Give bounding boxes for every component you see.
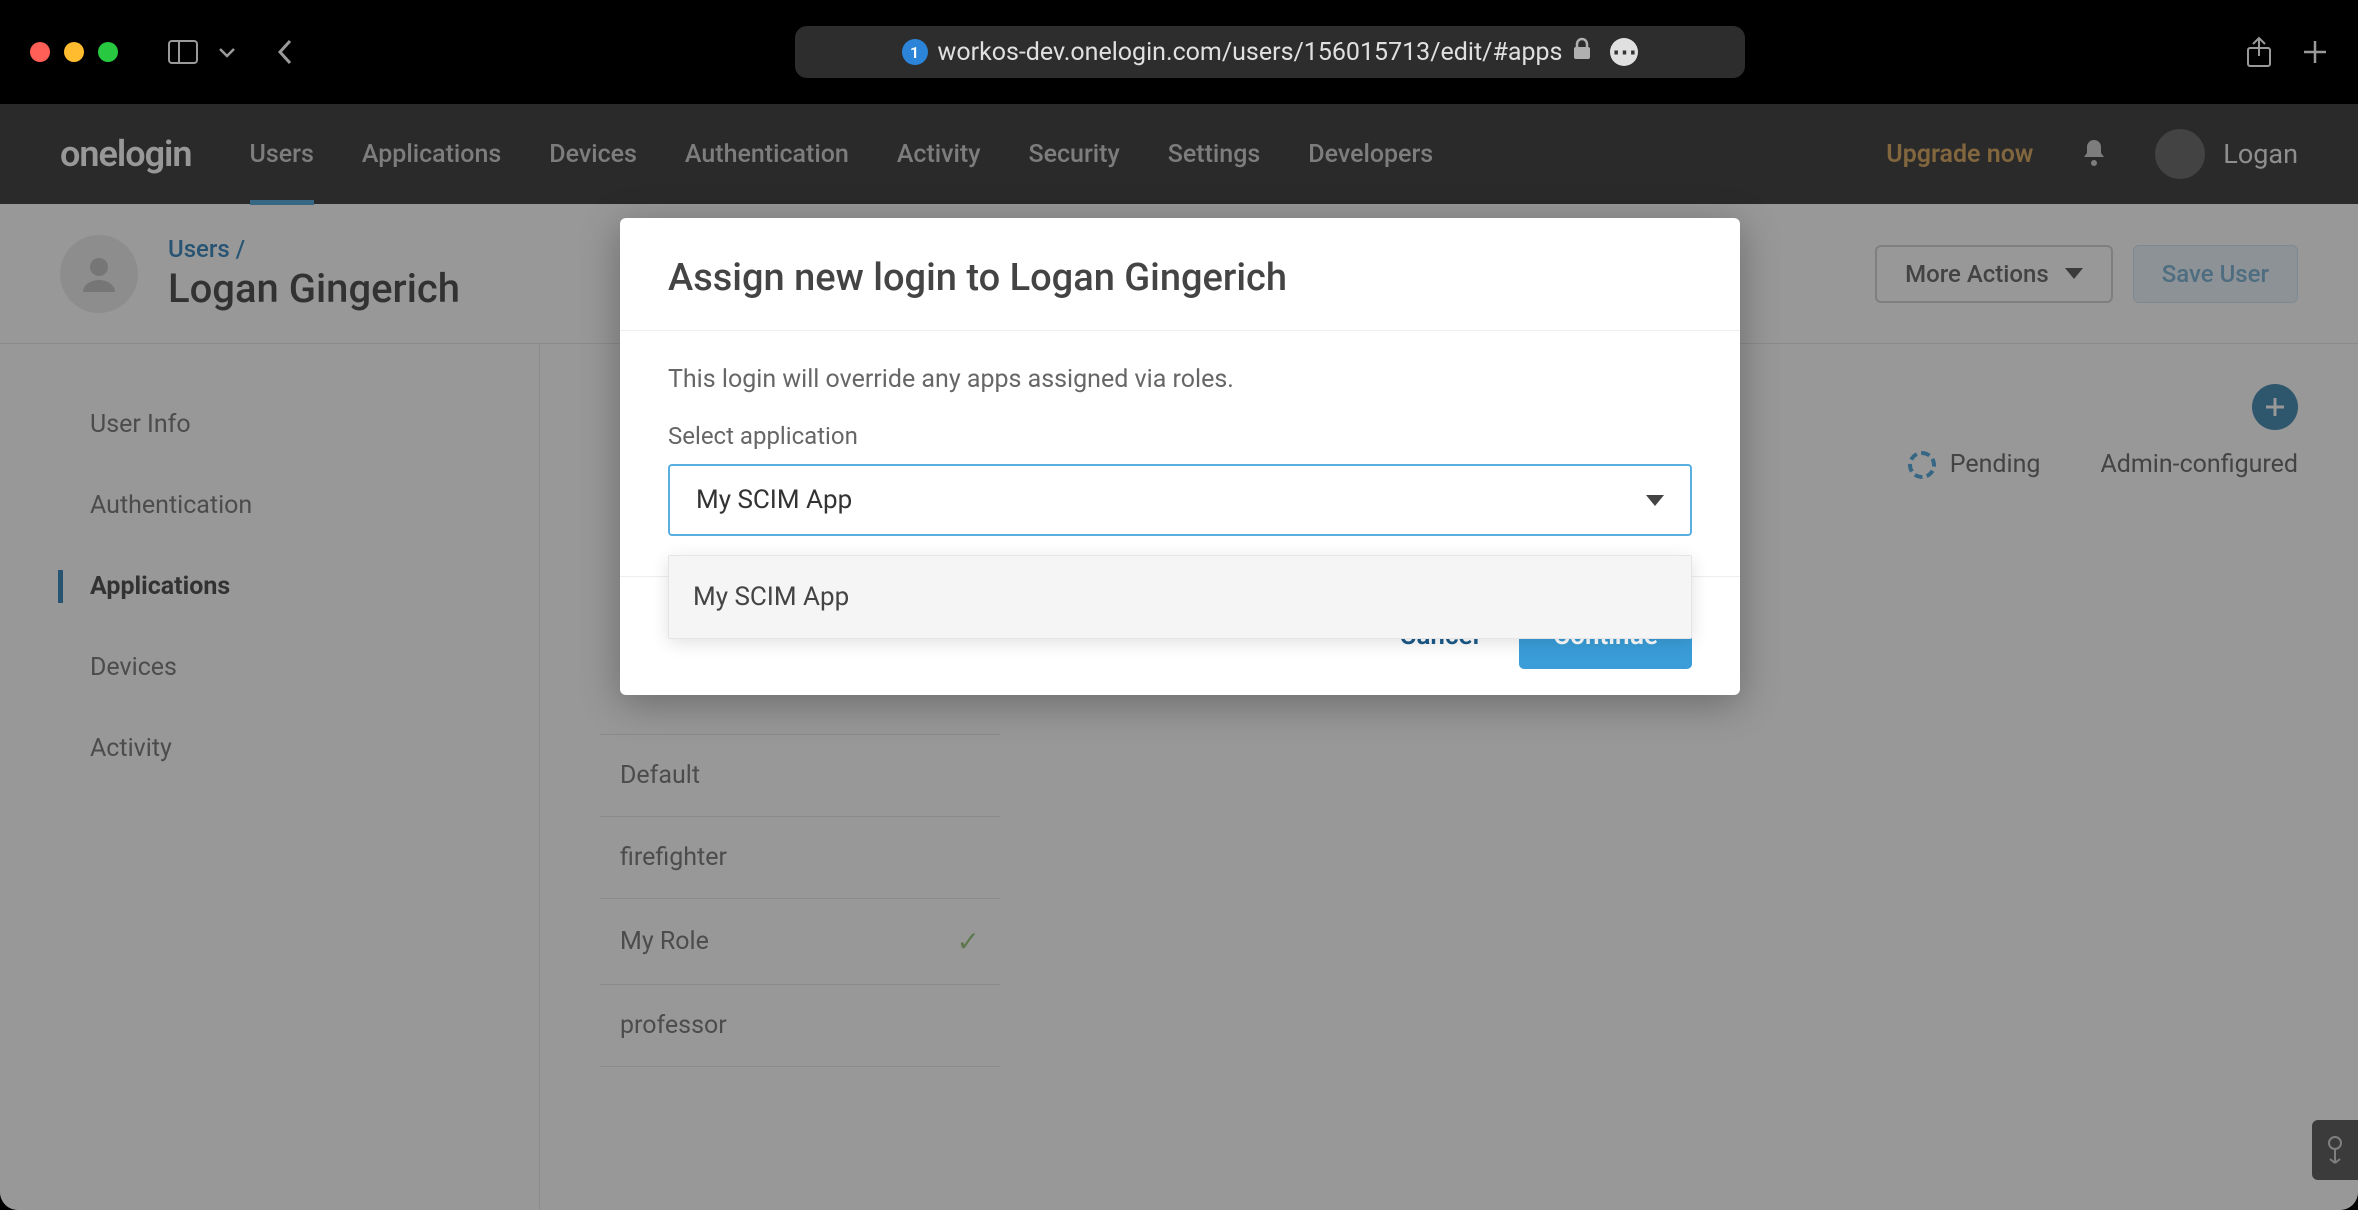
back-button[interactable] [276, 37, 294, 67]
close-window-button[interactable] [30, 42, 50, 62]
modal-header: Assign new login to Logan Gingerich [620, 218, 1740, 331]
maximize-window-button[interactable] [98, 42, 118, 62]
window-controls [30, 42, 118, 62]
modal-title: Assign new login to Logan Gingerich [668, 256, 1692, 300]
application-dropdown: My SCIM App [668, 555, 1692, 639]
minimize-window-button[interactable] [64, 42, 84, 62]
address-bar[interactable]: 1 workos-dev.onelogin.com/users/15601571… [795, 26, 1745, 78]
modal-body: This login will override any apps assign… [620, 331, 1740, 576]
assign-login-modal: Assign new login to Logan Gingerich This… [620, 218, 1740, 695]
share-button[interactable] [2246, 36, 2272, 68]
new-tab-button[interactable] [2302, 36, 2328, 68]
tracker-badge: 1 [902, 39, 928, 65]
chevron-down-icon [1646, 495, 1664, 506]
tab-dropdown-button[interactable] [218, 46, 236, 58]
application-select[interactable]: My SCIM App [668, 464, 1692, 536]
url-text: workos-dev.onelogin.com/users/156015713/… [938, 38, 1563, 67]
browser-chrome: 1 workos-dev.onelogin.com/users/15601571… [0, 0, 2358, 104]
application-option[interactable]: My SCIM App [669, 556, 1691, 638]
lock-icon [1572, 37, 1592, 68]
modal-description: This login will override any apps assign… [668, 365, 1692, 394]
select-application-label: Select application [668, 422, 1692, 450]
sidebar-toggle-button[interactable] [168, 40, 198, 64]
application-select-value: My SCIM App [696, 485, 852, 515]
site-options-button[interactable]: ⋯ [1610, 38, 1638, 66]
